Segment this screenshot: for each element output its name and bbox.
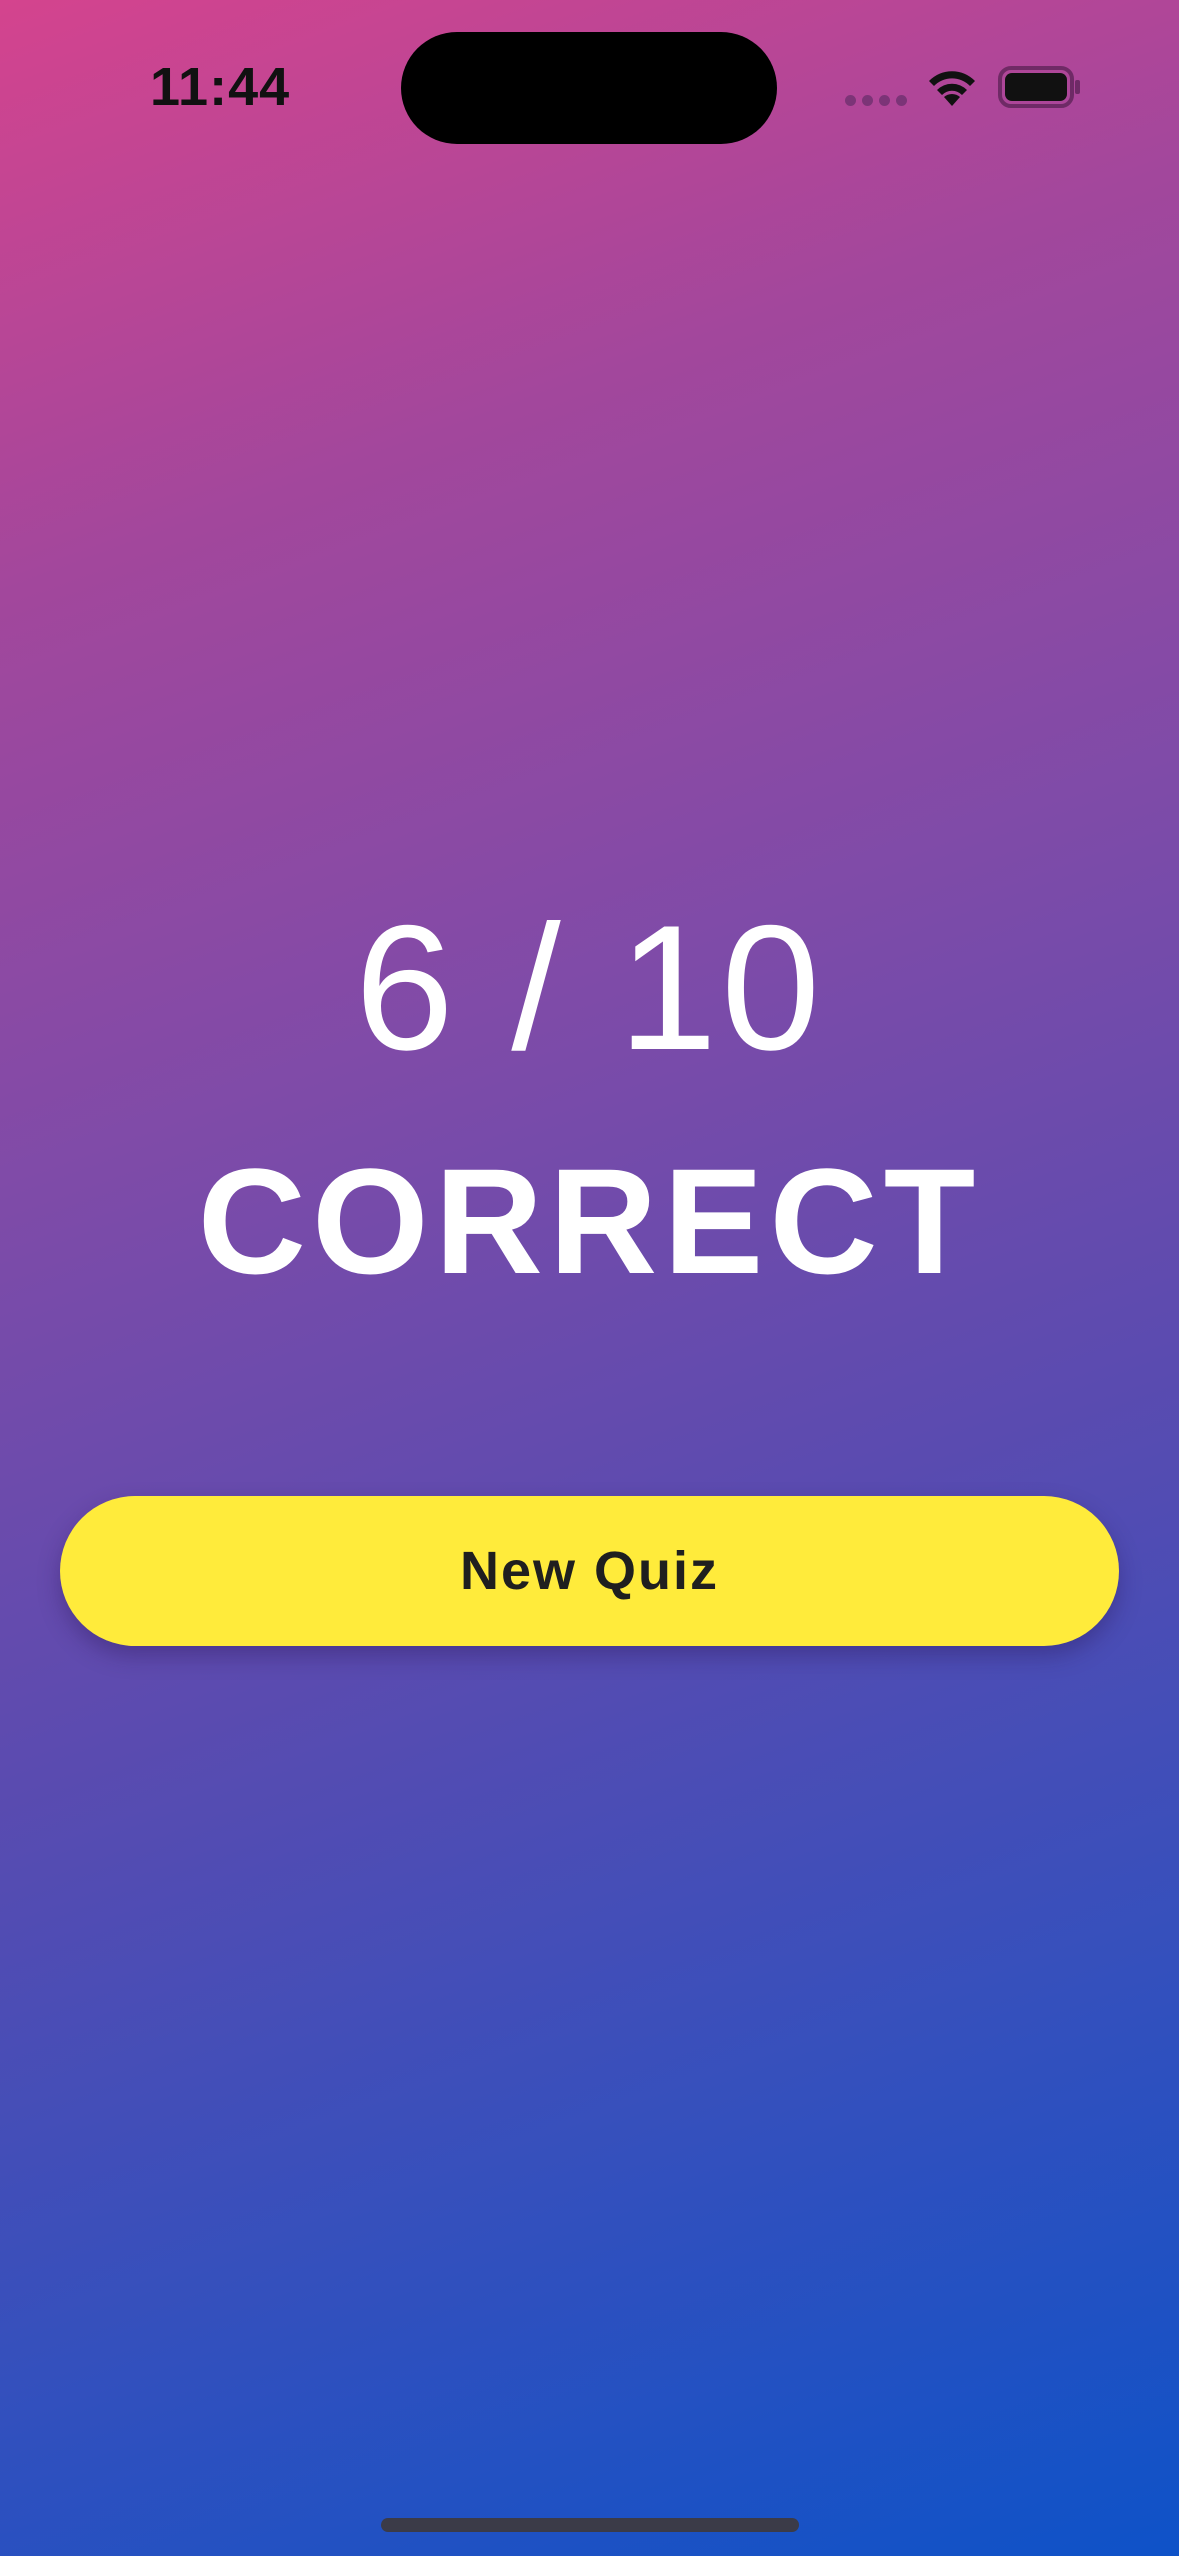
status-time: 11:44 <box>150 57 291 117</box>
cellular-signal-icon <box>845 95 907 106</box>
new-quiz-button[interactable]: New Quiz <box>60 1496 1119 1646</box>
battery-icon <box>998 66 1080 108</box>
dynamic-island <box>401 32 777 144</box>
result-label: CORRECT <box>197 1137 982 1305</box>
status-bar: 11:44 <box>0 0 1179 170</box>
wifi-icon <box>929 71 975 106</box>
home-indicator[interactable] <box>381 2518 799 2532</box>
score-text: 6 / 10 <box>354 888 825 1087</box>
